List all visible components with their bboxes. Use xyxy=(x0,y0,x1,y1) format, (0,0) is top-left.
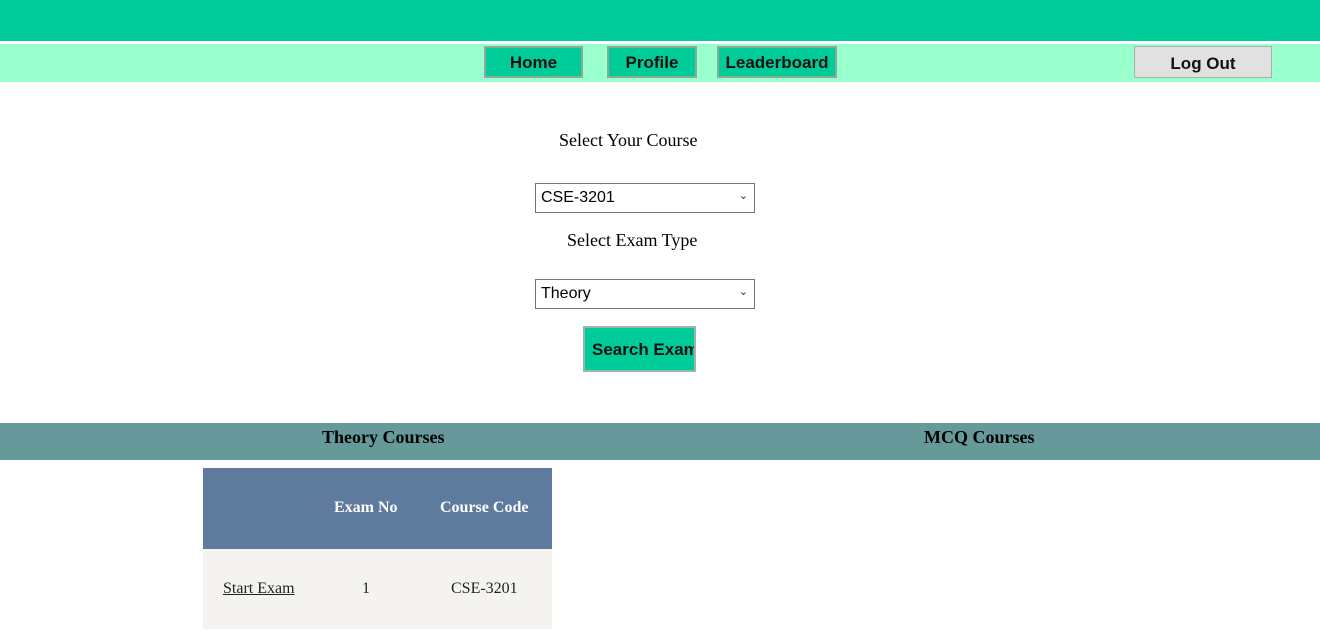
table-header: Exam No Course Code xyxy=(203,468,552,549)
logout-button[interactable]: Log Out xyxy=(1134,46,1272,78)
course-select[interactable]: CSE-3201 ⌄ xyxy=(535,183,755,213)
leaderboard-button[interactable]: Leaderboard xyxy=(717,46,837,78)
nav-bar: Home Profile Leaderboard Log Out xyxy=(0,44,1320,82)
theory-courses-title: Theory Courses xyxy=(322,427,445,447)
top-banner xyxy=(0,0,1320,41)
course-select-label: Select Your Course xyxy=(559,130,698,150)
exam-type-select-label: Select Exam Type xyxy=(567,230,698,250)
exam-type-select[interactable]: Theory ⌄ xyxy=(535,279,755,309)
profile-button[interactable]: Profile xyxy=(607,46,697,78)
column-header-course-code: Course Code xyxy=(440,499,529,516)
theory-courses-table: Exam No Course Code xyxy=(203,468,552,629)
exam-no-cell: 1 xyxy=(362,580,370,597)
column-header-exam-no: Exam No xyxy=(334,499,398,516)
chevron-down-icon: ⌄ xyxy=(738,286,748,298)
exam-type-select-value: Theory xyxy=(541,285,591,302)
course-code-cell: CSE-3201 xyxy=(451,580,518,597)
courses-section-header: Theory Courses MCQ Courses xyxy=(0,423,1320,460)
home-button[interactable]: Home xyxy=(484,46,583,78)
course-select-value: CSE-3201 xyxy=(541,189,615,206)
mcq-courses-title: MCQ Courses xyxy=(924,427,1035,447)
chevron-down-icon: ⌄ xyxy=(738,190,748,202)
start-exam-link[interactable]: Start Exam xyxy=(223,580,295,598)
search-exam-button[interactable]: Search Exam xyxy=(583,326,696,372)
